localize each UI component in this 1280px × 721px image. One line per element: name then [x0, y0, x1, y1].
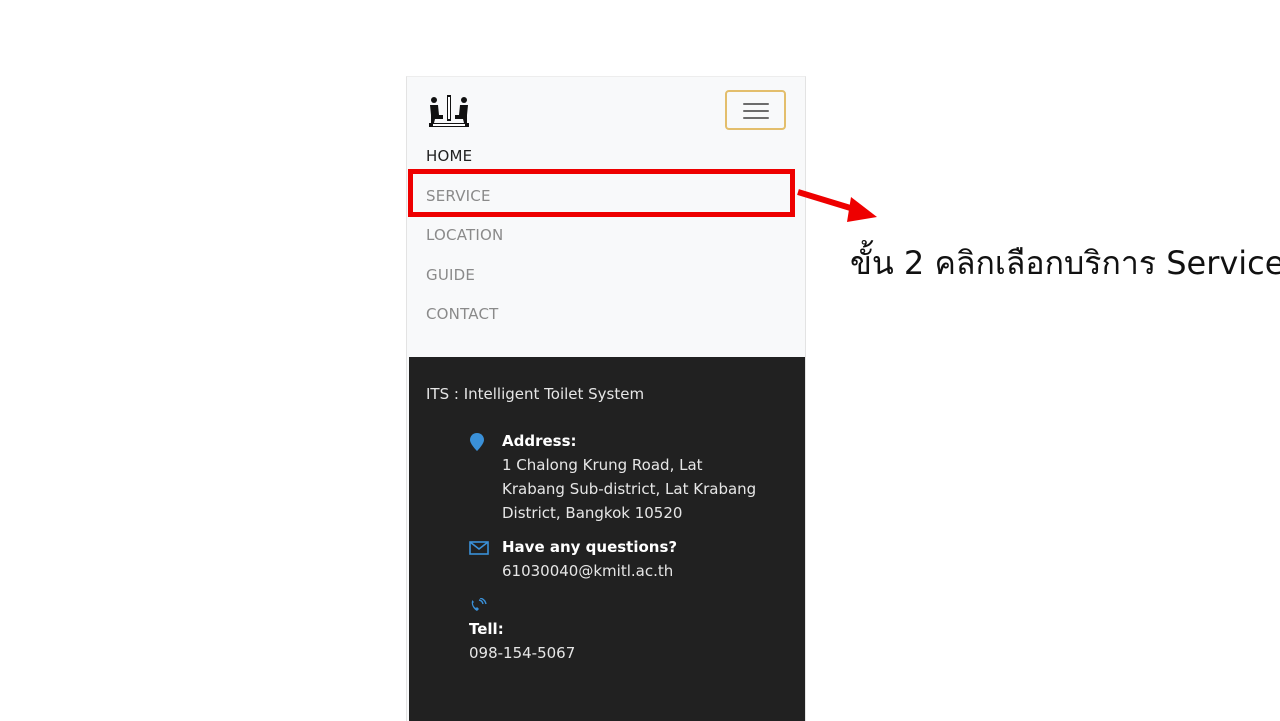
tell-label: Tell: — [469, 620, 504, 638]
phone-icon — [471, 598, 487, 611]
hamburger-menu-icon-line — [743, 117, 769, 119]
navbar: HOME SERVICE LOCATION GUIDE CONTACT — [407, 77, 805, 357]
address-line-1: 1 Chalong Krung Road, Lat — [502, 456, 703, 474]
address-label: Address: — [502, 432, 577, 450]
map-pin-icon — [470, 433, 484, 451]
nav-item-home[interactable]: HOME — [426, 146, 472, 166]
nav-item-contact[interactable]: CONTACT — [426, 304, 499, 324]
nav-item-guide[interactable]: GUIDE — [426, 265, 475, 285]
footer-brand: ITS : Intelligent Toilet System — [426, 385, 645, 403]
toilet-logo-icon[interactable] — [425, 93, 473, 129]
service-highlight-box — [408, 169, 795, 217]
hamburger-menu-icon — [743, 103, 769, 105]
address-line-2: Krabang Sub-district, Lat Krabang — [502, 480, 757, 498]
questions-block: Have any questions? 61030040@kmitl.ac.th — [502, 535, 805, 583]
address-block: Address: 1 Chalong Krung Road, Lat Kraba… — [502, 429, 805, 525]
envelope-icon — [469, 541, 489, 555]
nav-item-location[interactable]: LOCATION — [426, 225, 503, 245]
tell-block: Tell: 098-154-5067 — [469, 617, 789, 665]
navbar-toggler-button[interactable] — [725, 90, 786, 130]
arrow-right-icon — [797, 189, 877, 222]
phone-number[interactable]: 098-154-5067 — [469, 641, 789, 665]
questions-label: Have any questions? — [502, 538, 678, 556]
address-line-3: District, Bangkok 10520 — [502, 504, 683, 522]
annotation-text: ขั้น 2 คลิกเลือกบริการ Service — [850, 244, 1280, 282]
footer: ITS : Intelligent Toilet System Address:… — [409, 357, 805, 721]
email-link[interactable]: 61030040@kmitl.ac.th — [502, 559, 805, 583]
hamburger-menu-icon-line — [743, 110, 769, 112]
